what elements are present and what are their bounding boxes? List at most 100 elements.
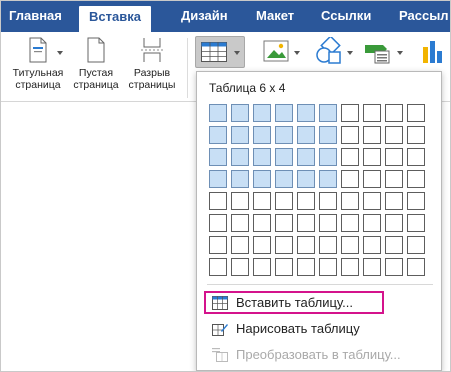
table-grid-cell[interactable] (341, 148, 359, 166)
table-grid-cell[interactable] (209, 126, 227, 144)
table-grid-cell[interactable] (385, 192, 403, 210)
tab-layout[interactable]: Макет (256, 8, 294, 23)
table-grid-cell[interactable] (275, 126, 293, 144)
table-grid-cell[interactable] (231, 170, 249, 188)
table-grid-cell[interactable] (385, 214, 403, 232)
table-grid-cell[interactable] (231, 258, 249, 276)
table-grid-cell[interactable] (297, 148, 315, 166)
tab-design[interactable]: Дизайн (181, 8, 228, 23)
table-grid-cell[interactable] (363, 236, 381, 254)
table-grid-cell[interactable] (209, 148, 227, 166)
table-grid-cell[interactable] (341, 104, 359, 122)
table-grid-cell[interactable] (253, 170, 271, 188)
table-grid-cell[interactable] (275, 258, 293, 276)
table-grid-cell[interactable] (407, 126, 425, 144)
tab-references[interactable]: Ссылки (321, 8, 371, 23)
pictures-button[interactable] (263, 39, 291, 68)
table-grid-cell[interactable] (319, 104, 337, 122)
table-grid-cell[interactable] (363, 126, 381, 144)
draw-table-menu-item[interactable]: Нарисовать таблицу (207, 318, 433, 340)
table-grid-cell[interactable] (275, 170, 293, 188)
pictures-dropdown-arrow[interactable] (294, 51, 300, 55)
table-grid-cell[interactable] (407, 192, 425, 210)
table-grid-cell[interactable] (297, 170, 315, 188)
table-grid-cell[interactable] (231, 214, 249, 232)
table-grid-cell[interactable] (363, 214, 381, 232)
shapes-button[interactable] (314, 35, 344, 70)
blank-page-button[interactable]: Пустая страница (67, 37, 125, 91)
table-grid-cell[interactable] (319, 170, 337, 188)
table-grid-cell[interactable] (407, 214, 425, 232)
table-grid-cell[interactable] (363, 192, 381, 210)
table-grid-cell[interactable] (253, 126, 271, 144)
table-grid-cell[interactable] (385, 236, 403, 254)
cover-page-dropdown-arrow[interactable] (57, 51, 63, 55)
table-grid-cell[interactable] (253, 258, 271, 276)
table-grid-cell[interactable] (253, 192, 271, 210)
table-grid-cell[interactable] (319, 258, 337, 276)
table-grid-cell[interactable] (385, 104, 403, 122)
table-grid-cell[interactable] (297, 192, 315, 210)
table-grid-cell[interactable] (319, 148, 337, 166)
table-grid-cell[interactable] (407, 236, 425, 254)
table-grid-cell[interactable] (231, 236, 249, 254)
table-grid-cell[interactable] (385, 170, 403, 188)
table-grid-cell[interactable] (385, 126, 403, 144)
table-grid-cell[interactable] (407, 258, 425, 276)
smartart-button[interactable] (363, 39, 393, 70)
table-grid-cell[interactable] (385, 258, 403, 276)
table-grid-cell[interactable] (363, 148, 381, 166)
table-grid-cell[interactable] (297, 126, 315, 144)
table-grid-cell[interactable] (319, 126, 337, 144)
table-grid-cell[interactable] (209, 236, 227, 254)
table-grid-cell[interactable] (253, 104, 271, 122)
table-grid-cell[interactable] (407, 170, 425, 188)
table-grid-cell[interactable] (341, 192, 359, 210)
tab-mailings[interactable]: Рассыл (399, 8, 449, 23)
table-grid-cell[interactable] (363, 104, 381, 122)
table-grid-cell[interactable] (231, 192, 249, 210)
table-grid-cell[interactable] (319, 236, 337, 254)
table-grid-cell[interactable] (209, 258, 227, 276)
table-grid-cell[interactable] (253, 214, 271, 232)
table-grid-cell[interactable] (319, 214, 337, 232)
table-grid-cell[interactable] (363, 170, 381, 188)
table-grid-cell[interactable] (297, 104, 315, 122)
page-break-button[interactable]: Разрыв страницы (123, 37, 181, 91)
table-size-grid[interactable] (209, 104, 429, 276)
table-grid-cell[interactable] (253, 148, 271, 166)
table-grid-cell[interactable] (275, 104, 293, 122)
table-button[interactable] (195, 36, 245, 68)
table-grid-cell[interactable] (341, 236, 359, 254)
tab-home[interactable]: Главная (9, 8, 62, 23)
table-grid-cell[interactable] (341, 126, 359, 144)
smartart-dropdown-arrow[interactable] (397, 51, 403, 55)
table-grid-cell[interactable] (275, 192, 293, 210)
table-grid-cell[interactable] (297, 258, 315, 276)
table-grid-cell[interactable] (231, 126, 249, 144)
table-grid-cell[interactable] (209, 214, 227, 232)
table-grid-cell[interactable] (297, 236, 315, 254)
table-grid-cell[interactable] (275, 148, 293, 166)
table-grid-cell[interactable] (341, 214, 359, 232)
table-grid-cell[interactable] (253, 236, 271, 254)
table-grid-cell[interactable] (407, 148, 425, 166)
chart-button[interactable] (421, 39, 450, 70)
shapes-dropdown-arrow[interactable] (347, 51, 353, 55)
table-grid-cell[interactable] (297, 214, 315, 232)
table-grid-cell[interactable] (231, 104, 249, 122)
table-grid-cell[interactable] (385, 148, 403, 166)
table-grid-cell[interactable] (407, 104, 425, 122)
table-grid-cell[interactable] (231, 148, 249, 166)
cover-page-button[interactable]: Титульная страница (7, 37, 69, 91)
table-grid-cell[interactable] (209, 104, 227, 122)
table-grid-cell[interactable] (341, 258, 359, 276)
table-grid-cell[interactable] (209, 170, 227, 188)
table-grid-cell[interactable] (363, 258, 381, 276)
table-grid-cell[interactable] (209, 192, 227, 210)
table-grid-cell[interactable] (341, 170, 359, 188)
tab-insert[interactable]: Вставка (79, 6, 151, 33)
table-grid-cell[interactable] (275, 236, 293, 254)
table-grid-cell[interactable] (275, 214, 293, 232)
table-grid-cell[interactable] (319, 192, 337, 210)
